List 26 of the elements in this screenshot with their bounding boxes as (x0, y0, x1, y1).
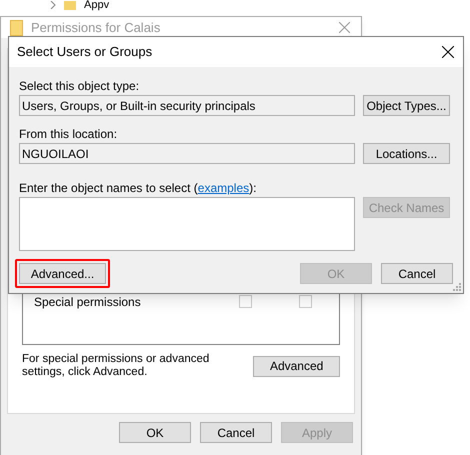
examples-link[interactable]: examples (198, 181, 250, 195)
checkbox[interactable] (239, 295, 252, 308)
breadcrumb-item[interactable]: Appv (84, 0, 110, 10)
window-title: Permissions for Calais (31, 18, 160, 37)
push-button[interactable]: Advanced... (19, 263, 106, 284)
push-button[interactable]: Locations... (363, 143, 450, 164)
field-label: From this location: (19, 126, 118, 139)
field-label: Enter the object names to select (examples): (19, 180, 258, 193)
folder-icon (10, 20, 23, 36)
push-button[interactable]: Cancel (200, 422, 272, 443)
field-label: Select this object type: (19, 78, 140, 91)
push-button[interactable]: Object Types... (363, 95, 450, 116)
permission-name: Special permissions (33, 294, 142, 310)
object-type-field: Users, Groups, or Built-in security principals (19, 95, 355, 116)
checkbox[interactable] (299, 295, 312, 308)
push-button[interactable]: Cancel (381, 263, 453, 284)
location-field: NGUOILAOI (19, 143, 355, 164)
close-icon[interactable] (442, 46, 454, 58)
folder-icon (64, 0, 76, 10)
resize-grip-icon[interactable] (453, 283, 461, 291)
push-button[interactable]: Advanced (253, 356, 340, 376)
push-button[interactable]: OK (119, 422, 191, 443)
chevron-icon (50, 1, 56, 9)
names-input[interactable] (19, 197, 355, 251)
advanced-note: For special permissions or advanced settings, click Advanced. (22, 353, 210, 379)
dialog-title: Select Users or Groups (17, 43, 152, 62)
